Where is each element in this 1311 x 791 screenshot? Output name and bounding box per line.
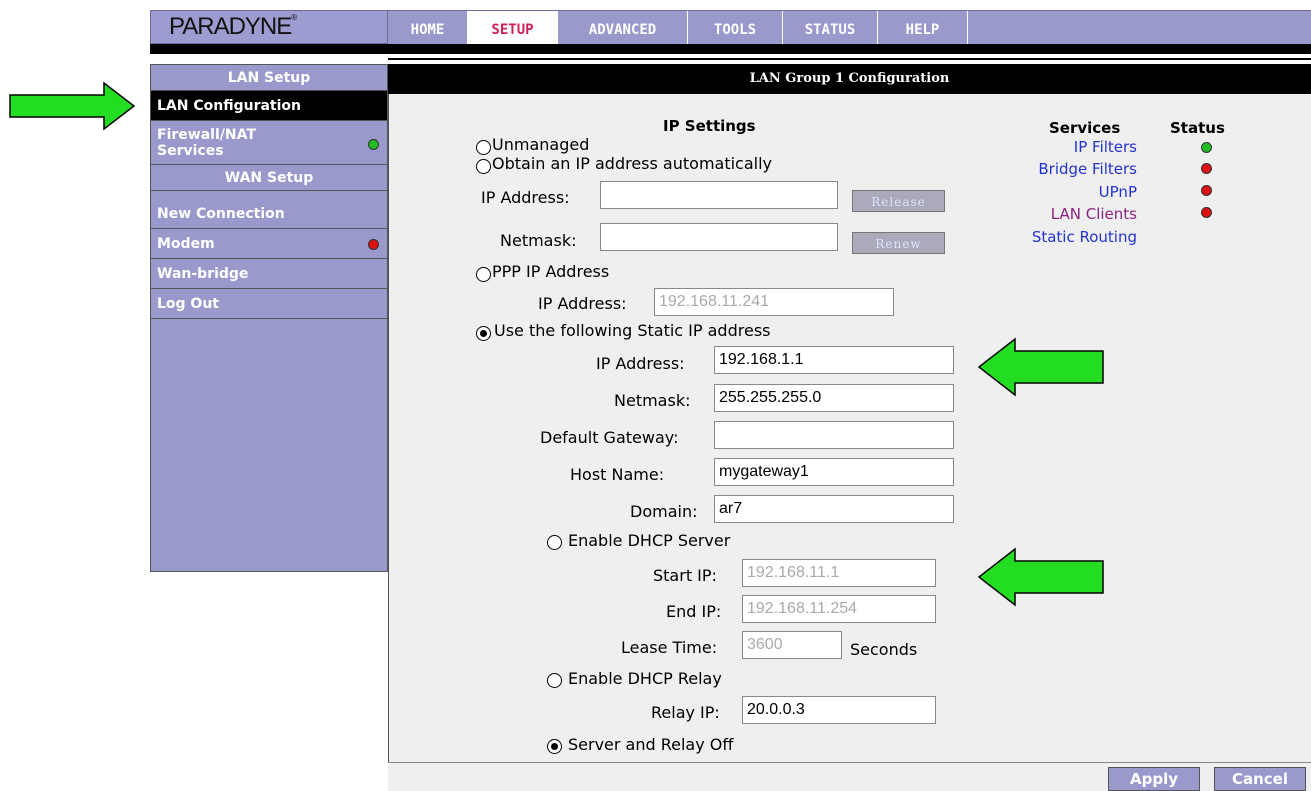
enable-dhcp-server-radio[interactable] <box>547 535 562 550</box>
static-routing-link[interactable]: Static Routing <box>1032 228 1137 246</box>
sidebar-item-firewall-nat-services[interactable]: Firewall/NAT Services <box>151 121 387 165</box>
domain-input[interactable] <box>714 495 954 523</box>
header-divider <box>150 44 1311 54</box>
logo-registered-mark: ® <box>291 13 297 22</box>
release-button[interactable]: Release <box>852 190 945 212</box>
default-gateway-label: Default Gateway: <box>540 428 679 447</box>
tab-home[interactable]: HOME <box>388 11 468 45</box>
enable-dhcp-server-label: Enable DHCP Server <box>568 531 731 550</box>
host-name-input[interactable] <box>714 458 954 486</box>
static-ip-address-label: IP Address: <box>596 354 685 373</box>
sidebar-item-modem[interactable]: Modem <box>151 229 387 259</box>
status-heading: Status <box>1170 119 1225 137</box>
tab-status[interactable]: STATUS <box>783 11 878 45</box>
lan-clients-status-red-icon <box>1201 207 1212 218</box>
static-ip-label: Use the following Static IP address <box>494 321 771 340</box>
static-ip-radio[interactable] <box>476 326 491 341</box>
tab-help[interactable]: HELP <box>878 11 968 45</box>
auto-ip-input[interactable] <box>600 181 838 209</box>
arrow-right-icon <box>9 81 136 131</box>
sidebar-header-lan-setup: LAN Setup <box>151 65 387 91</box>
enable-dhcp-relay-radio[interactable] <box>547 673 562 688</box>
start-ip-label: Start IP: <box>653 566 717 585</box>
lease-time-label: Lease Time: <box>621 638 718 657</box>
tab-setup[interactable]: SETUP <box>468 11 558 45</box>
server-relay-off-radio[interactable] <box>547 739 562 754</box>
bridge-filters-status-red-icon <box>1201 163 1212 174</box>
domain-label: Domain: <box>630 502 698 521</box>
ppp-ip-input[interactable] <box>654 288 894 316</box>
obtain-auto-radio[interactable] <box>476 159 491 174</box>
unmanaged-radio[interactable] <box>476 140 491 155</box>
sidebar-item-firewall-label: Firewall/NAT <box>157 127 256 143</box>
sidebar-item-lan-configuration[interactable]: LAN Configuration <box>151 91 387 121</box>
renew-button[interactable]: Renew <box>852 232 945 254</box>
unmanaged-label: Unmanaged <box>492 135 590 154</box>
logo-text: PARADYNE <box>169 13 292 40</box>
tab-advanced[interactable]: ADVANCED <box>558 11 688 45</box>
lan-clients-link[interactable]: LAN Clients <box>1051 205 1137 223</box>
sidebar: LAN Setup LAN Configuration Firewall/NAT… <box>150 64 388 572</box>
end-ip-label: End IP: <box>666 602 722 621</box>
relay-ip-input[interactable] <box>742 696 936 724</box>
cancel-button[interactable]: Cancel <box>1214 767 1306 791</box>
sidebar-item-log-out[interactable]: Log Out <box>151 289 387 319</box>
auto-netmask-label: Netmask: <box>500 231 577 250</box>
page-title: LAN Group 1 Configuration <box>388 64 1311 94</box>
services-heading: Services <box>1049 119 1121 137</box>
upnp-status-red-icon <box>1201 185 1212 196</box>
apply-button[interactable]: Apply <box>1108 767 1200 791</box>
firewall-status-green-icon <box>368 139 379 150</box>
seconds-label: Seconds <box>850 640 918 659</box>
tab-tools[interactable]: TOOLS <box>688 11 783 45</box>
end-ip-input[interactable] <box>742 595 936 623</box>
static-ip-input[interactable] <box>714 346 954 374</box>
start-ip-input[interactable] <box>742 559 936 587</box>
static-netmask-input[interactable] <box>714 384 954 412</box>
auto-netmask-input[interactable] <box>600 223 838 251</box>
ip-settings-heading: IP Settings <box>663 117 756 135</box>
sidebar-header-wan-setup: WAN Setup <box>151 165 387 191</box>
sidebar-filler <box>151 319 387 515</box>
host-name-label: Host Name: <box>570 465 665 484</box>
top-nav: HOME SETUP ADVANCED TOOLS STATUS HELP <box>388 10 1311 45</box>
upnp-link[interactable]: UPnP <box>1099 183 1137 201</box>
modem-status-red-icon <box>368 239 379 250</box>
arrow-left-icon <box>977 337 1104 397</box>
enable-dhcp-relay-label: Enable DHCP Relay <box>568 669 722 688</box>
arrow-left-icon <box>977 547 1104 607</box>
auto-ip-label: IP Address: <box>481 188 570 207</box>
ip-filters-status-green-icon <box>1201 142 1212 153</box>
sidebar-item-services-label: Services <box>157 143 224 159</box>
paradyne-logo: PARADYNE® <box>150 10 388 44</box>
static-netmask-label: Netmask: <box>614 391 691 410</box>
ppp-ip-address-label: IP Address: <box>538 294 627 313</box>
server-relay-off-label: Server and Relay Off <box>568 735 734 754</box>
ppp-ip-label: PPP IP Address <box>492 262 610 281</box>
obtain-auto-label: Obtain an IP address automatically <box>492 154 773 173</box>
default-gateway-input[interactable] <box>714 421 954 449</box>
lease-time-input[interactable] <box>742 631 842 659</box>
header-divider-thin <box>388 58 1311 60</box>
ip-filters-link[interactable]: IP Filters <box>1074 138 1137 156</box>
bridge-filters-link[interactable]: Bridge Filters <box>1038 160 1137 178</box>
sidebar-item-new-connection[interactable]: New Connection <box>151 199 387 229</box>
relay-ip-label: Relay IP: <box>651 703 720 722</box>
sidebar-item-modem-label: Modem <box>157 236 215 252</box>
sidebar-item-wan-bridge[interactable]: Wan-bridge <box>151 259 387 289</box>
ppp-ip-radio[interactable] <box>476 267 491 282</box>
